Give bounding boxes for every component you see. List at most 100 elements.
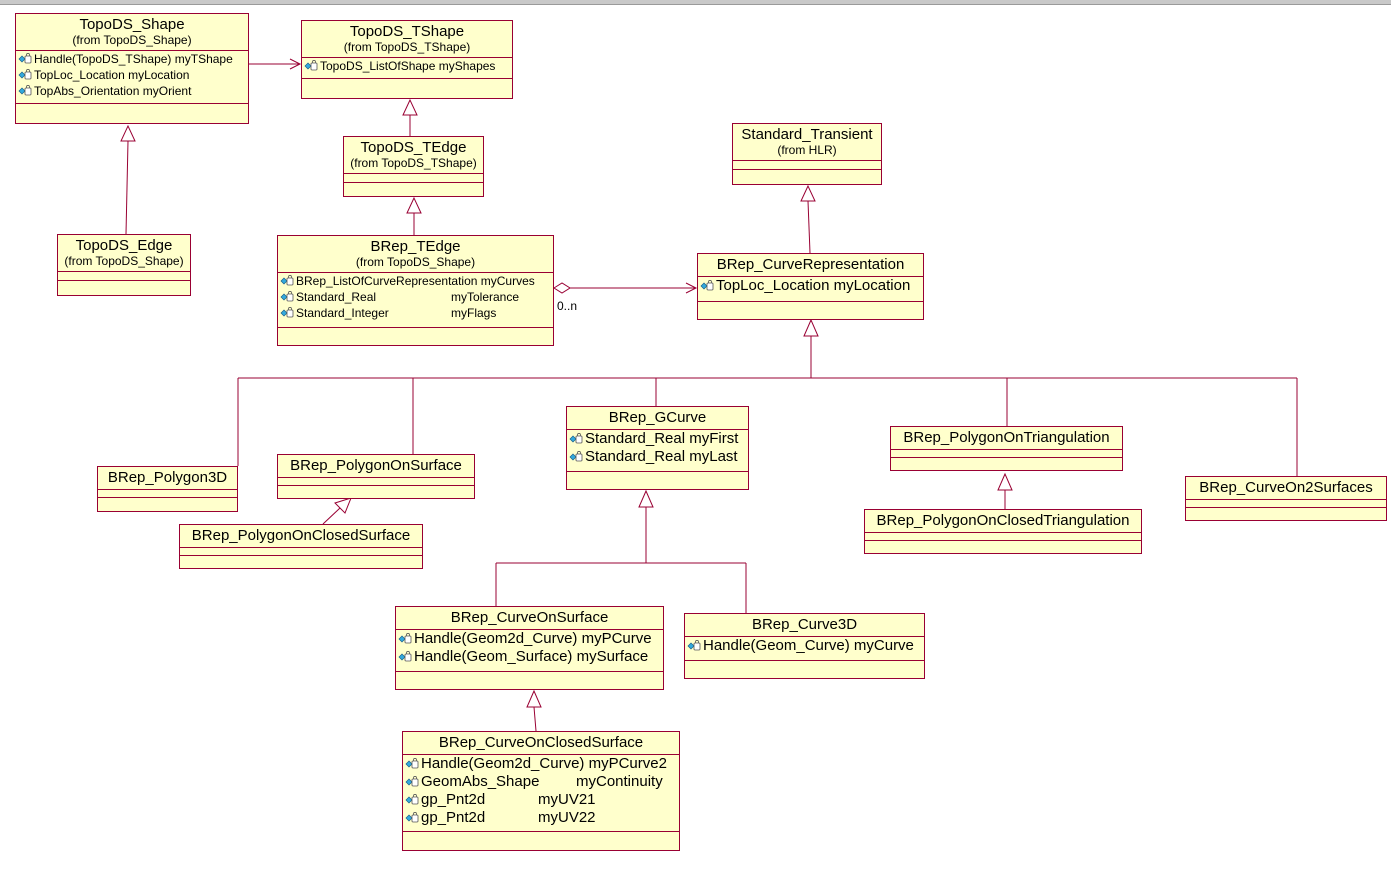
attribute-text: Handle(Geom_Surface) mySurface xyxy=(414,648,649,665)
operation-compartment xyxy=(98,497,237,498)
protected-attribute-icon xyxy=(405,794,419,805)
attribute-text: TopLoc_Location myLocation xyxy=(34,68,190,82)
protected-attribute-icon xyxy=(700,280,714,291)
protected-attribute-icon xyxy=(398,651,412,662)
class-brep-polygononclosedtriangulation[interactable]: BRep_PolygonOnClosedTriangulation xyxy=(864,509,1142,554)
attribute-name: myContinuity xyxy=(576,773,663,790)
operation-compartment xyxy=(698,301,923,302)
attribute-row[interactable]: Handle(Geom2d_Curve) myPCurve xyxy=(396,630,663,648)
attribute-compartment: Handle(Geom2d_Curve) myPCurve Handle(Geo… xyxy=(396,629,663,671)
class-name: BRep_PolygonOnTriangulation xyxy=(903,429,1110,446)
attribute-compartment: Standard_Real myFirst Standard_Real myLa… xyxy=(567,429,748,471)
protected-attribute-icon xyxy=(18,53,32,64)
attribute-compartment xyxy=(865,532,1141,540)
operation-compartment xyxy=(1186,507,1386,508)
class-brep-curveonsurface[interactable]: BRep_CurveOnSurface Handle(Geom2d_Curve)… xyxy=(395,606,664,690)
attribute-row[interactable]: Standard_Real myTolerance xyxy=(278,289,553,305)
attribute-row[interactable]: TopoDS_ListOfShape myShapes xyxy=(302,58,512,74)
class-topods-shape[interactable]: TopoDS_Shape (from TopoDS_Shape) Handle(… xyxy=(15,13,249,124)
generalization-triangle xyxy=(120,124,136,142)
attribute-text: Handle(Geom2d_Curve) myPCurve2 xyxy=(421,755,667,772)
attribute-type: Standard_Real xyxy=(296,290,377,304)
operation-compartment xyxy=(685,660,924,661)
operation-compartment xyxy=(403,831,679,832)
attribute-row[interactable]: TopLoc_Location myLocation xyxy=(698,277,923,295)
protected-attribute-icon xyxy=(398,633,412,644)
class-name: BRep_PolygonOnClosedTriangulation xyxy=(876,512,1130,529)
attribute-compartment: TopoDS_ListOfShape myShapes xyxy=(302,57,512,78)
attribute-text: Standard_Real myFirst xyxy=(585,430,739,447)
attribute-row[interactable]: TopLoc_Location myLocation xyxy=(16,67,248,83)
attribute-type: gp_Pnt2d xyxy=(421,791,486,808)
protected-attribute-icon xyxy=(687,640,701,651)
attribute-row[interactable]: BRep_ListOfCurveRepresentation myCurves xyxy=(278,273,553,289)
attribute-text: TopoDS_ListOfShape myShapes xyxy=(320,59,496,73)
attribute-row[interactable]: GeomAbs_Shape myContinuity xyxy=(403,773,679,791)
operation-compartment xyxy=(865,540,1141,541)
operation-compartment xyxy=(396,671,663,672)
class-topods-tedge[interactable]: TopoDS_TEdge (from TopoDS_TShape) xyxy=(343,136,484,197)
class-topods-edge[interactable]: TopoDS_Edge (from TopoDS_Shape) xyxy=(57,234,191,296)
class-brep-curveon2surfaces[interactable]: BRep_CurveOn2Surfaces xyxy=(1185,476,1387,521)
attribute-row[interactable]: Handle(Geom_Surface) mySurface xyxy=(396,648,663,666)
class-brep-curveonclosedsurface[interactable]: BRep_CurveOnClosedSurface Handle(Geom2d_… xyxy=(402,731,680,851)
protected-attribute-icon xyxy=(18,69,32,80)
class-name: TopoDS_Edge xyxy=(75,237,173,254)
generalization-triangle xyxy=(997,472,1013,491)
attribute-compartment: TopLoc_Location myLocation xyxy=(698,276,923,301)
attribute-compartment xyxy=(278,477,474,485)
class-brep-curve3d[interactable]: BRep_Curve3D Handle(Geom_Curve) myCurve xyxy=(684,613,925,679)
class-name: Standard_Transient xyxy=(741,126,873,143)
attribute-row[interactable]: gp_Pnt2d myUV22 xyxy=(403,809,679,827)
class-brep-tedge[interactable]: BRep_TEdge (from TopoDS_Shape) BRep_List… xyxy=(277,235,554,346)
class-name: TopoDS_TEdge xyxy=(360,139,467,156)
attribute-name: myUV21 xyxy=(538,791,596,808)
operation-compartment xyxy=(733,169,881,170)
protected-attribute-icon xyxy=(280,307,294,318)
attribute-row[interactable]: Handle(Geom2d_Curve) myPCurve2 xyxy=(403,755,679,773)
attribute-row[interactable]: Standard_Real myFirst xyxy=(567,430,748,448)
protected-attribute-icon xyxy=(280,291,294,302)
class-brep-gcurve[interactable]: BRep_GCurve Standard_Real myFirst Standa… xyxy=(566,406,749,490)
attribute-compartment xyxy=(180,547,422,555)
class-name: BRep_PolygonOnSurface xyxy=(290,457,462,474)
class-brep-curverepresentation[interactable]: BRep_CurveRepresentation TopLoc_Location… xyxy=(697,253,924,320)
class-topods-tshape[interactable]: TopoDS_TShape (from TopoDS_TShape) TopoD… xyxy=(301,20,513,99)
generalization-triangle xyxy=(406,196,422,214)
attribute-row[interactable]: TopAbs_Orientation myOrient xyxy=(16,83,248,99)
attribute-compartment xyxy=(58,271,190,280)
protected-attribute-icon xyxy=(405,758,419,769)
class-brep-polygononclosedsurface[interactable]: BRep_PolygonOnClosedSurface xyxy=(179,524,423,569)
class-name: BRep_CurveOnSurface xyxy=(450,609,609,626)
class-brep-polygon3d[interactable]: BRep_Polygon3D xyxy=(97,466,238,512)
class-brep-polygononsurface[interactable]: BRep_PolygonOnSurface xyxy=(277,454,475,499)
generalization-triangle xyxy=(402,98,418,116)
attribute-text: BRep_ListOfCurveRepresentation myCurves xyxy=(296,274,535,288)
class-name: BRep_PolygonOnClosedSurface xyxy=(191,527,411,544)
protected-attribute-icon xyxy=(405,776,419,787)
attribute-text: TopAbs_Orientation myOrient xyxy=(34,84,192,98)
attribute-name: myFlags xyxy=(451,306,497,320)
attribute-text: Handle(Geom_Curve) myCurve xyxy=(703,637,914,654)
attribute-text: Handle(TopoDS_TShape) myTShape xyxy=(34,52,233,66)
class-name: BRep_TEdge xyxy=(370,238,461,255)
attribute-type: gp_Pnt2d xyxy=(421,809,486,826)
attribute-compartment xyxy=(1186,499,1386,507)
operation-compartment xyxy=(344,182,483,183)
class-brep-polygonontriangulation[interactable]: BRep_PolygonOnTriangulation xyxy=(890,426,1123,471)
attribute-row[interactable]: Handle(TopoDS_TShape) myTShape xyxy=(16,51,248,67)
class-package: (from TopoDS_Shape) xyxy=(72,33,192,47)
attribute-row[interactable]: gp_Pnt2d myUV21 xyxy=(403,791,679,809)
protected-attribute-icon xyxy=(18,85,32,96)
attribute-row[interactable]: Handle(Geom_Curve) myCurve xyxy=(685,637,924,655)
attribute-compartment xyxy=(733,160,881,169)
class-standard-transient[interactable]: Standard_Transient (from HLR) xyxy=(732,123,882,185)
attribute-row[interactable]: Standard_Integer myFlags xyxy=(278,305,553,321)
class-name: BRep_Polygon3D xyxy=(107,469,228,486)
operation-compartment xyxy=(58,280,190,281)
attribute-compartment: Handle(Geom_Curve) myCurve xyxy=(685,636,924,660)
generalization-line xyxy=(807,200,811,254)
attribute-text: Handle(Geom2d_Curve) myPCurve xyxy=(414,630,652,647)
attribute-row[interactable]: Standard_Real myLast xyxy=(567,448,748,466)
class-package: (from TopoDS_Shape) xyxy=(355,255,476,269)
